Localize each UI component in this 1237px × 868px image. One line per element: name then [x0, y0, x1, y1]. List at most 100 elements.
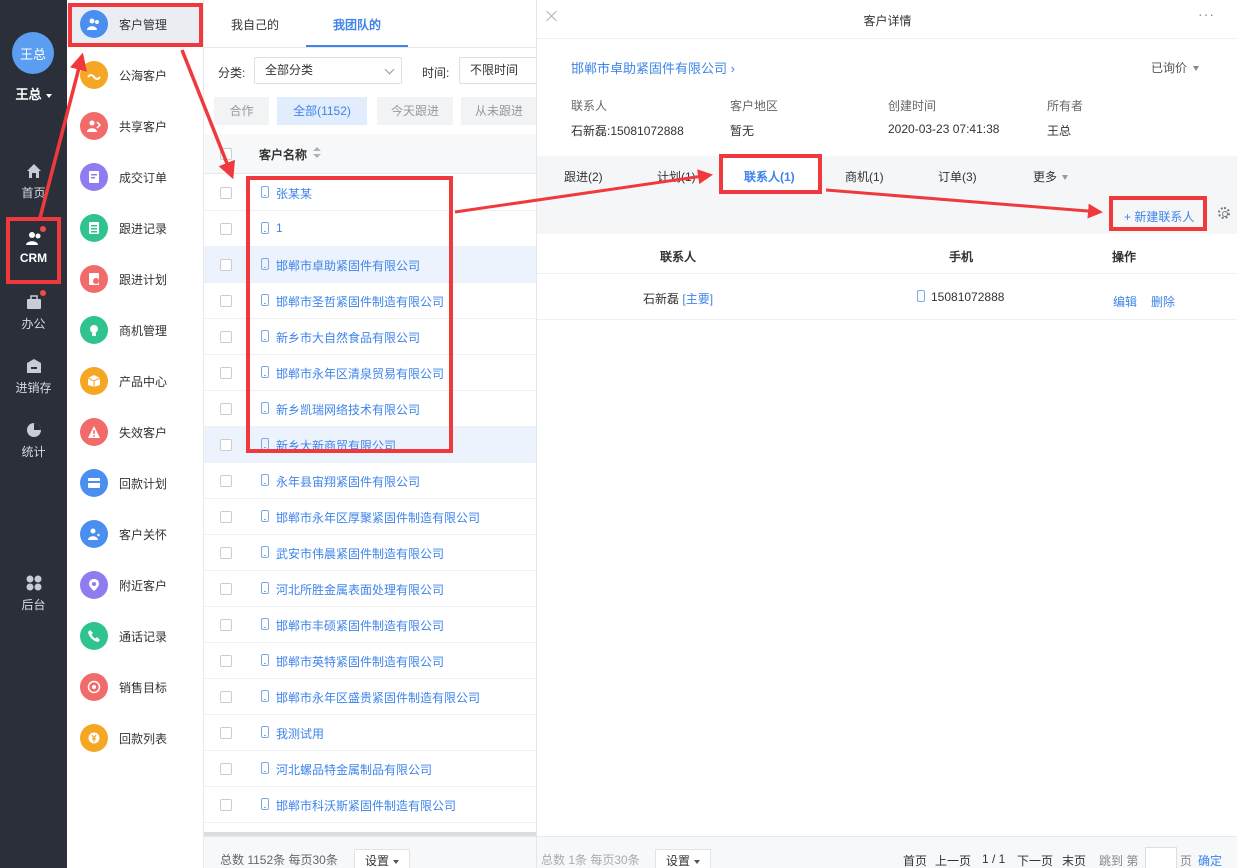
table-row[interactable]: 邯郸市卓助紧固件有限公司	[204, 247, 536, 283]
row-checkbox[interactable]	[220, 367, 232, 379]
table-row[interactable]: 张某某	[204, 175, 536, 211]
customer-name-link[interactable]: 邯郸市英特紧固件制造有限公司	[276, 653, 444, 670]
menu-item-payment-list[interactable]: 回款列表	[67, 718, 204, 758]
row-checkbox[interactable]	[220, 259, 232, 271]
row-checkbox[interactable]	[220, 799, 232, 811]
customer-name-link[interactable]: 河北螺品特金属制品有限公司	[276, 761, 432, 778]
row-checkbox[interactable]	[220, 727, 232, 739]
company-name-link[interactable]: 邯郸市卓助紧固件有限公司 ›	[571, 58, 735, 77]
row-checkbox[interactable]	[220, 655, 232, 667]
table-row[interactable]: 邯郸市永年区厚聚紧固件制造有限公司	[204, 499, 536, 535]
menu-item-follow-plan[interactable]: 跟进计划	[67, 259, 204, 299]
quick-filter-all[interactable]: 全部(1152)	[277, 97, 367, 125]
menu-item-customer-care[interactable]: 客户关怀	[67, 514, 204, 554]
table-row[interactable]: 邯郸市圣哲紧固件制造有限公司	[204, 283, 536, 319]
first-page-button[interactable]: 首页	[903, 852, 927, 868]
customer-name-link[interactable]: 张某某	[276, 185, 312, 202]
nav-item-crm[interactable]: CRM	[0, 226, 67, 265]
customer-name-link[interactable]: 新乡大新商贸有限公司	[276, 437, 396, 454]
customer-name-link[interactable]: 邯郸市科沃斯紧固件制造有限公司	[276, 797, 456, 814]
quick-filter-never[interactable]: 从未跟进	[461, 97, 537, 125]
menu-item-opportunities[interactable]: 商机管理	[67, 310, 204, 350]
sort-icon[interactable]	[313, 147, 321, 159]
tab-mine[interactable]: 我自己的	[231, 16, 279, 33]
row-checkbox[interactable]	[220, 439, 232, 451]
table-row[interactable]: 邯郸市科沃斯紧固件制造有限公司	[204, 787, 536, 823]
tab-follow[interactable]: 跟进(2)	[564, 168, 603, 185]
jump-page-input[interactable]	[1145, 847, 1177, 868]
avatar[interactable]: 王总	[12, 32, 54, 74]
menu-item-invalid-customers[interactable]: 失效客户	[67, 412, 204, 452]
table-row[interactable]: 邯郸市丰硕紧固件制造有限公司	[204, 607, 536, 643]
customer-name-link[interactable]: 邯郸市卓助紧固件有限公司	[276, 257, 420, 274]
menu-item-sales-target[interactable]: 销售目标	[67, 667, 204, 707]
row-checkbox[interactable]	[220, 223, 232, 235]
select-all-checkbox[interactable]	[220, 148, 232, 160]
table-row[interactable]: 武安市伟晨紧固件制造有限公司	[204, 535, 536, 571]
column-header-name[interactable]: 客户名称	[259, 146, 307, 163]
prev-page-button[interactable]: 上一页	[935, 852, 971, 868]
table-row[interactable]: 新乡市大自然食品有限公司	[204, 319, 536, 355]
nav-item-office[interactable]: 办公	[0, 290, 67, 332]
customer-name-link[interactable]: 新乡市大自然食品有限公司	[276, 329, 420, 346]
table-row[interactable]: 1	[204, 211, 536, 247]
tab-team[interactable]: 我团队的	[333, 16, 381, 33]
delete-button[interactable]: 删除	[1151, 293, 1175, 310]
customer-name-link[interactable]: 1	[276, 221, 283, 235]
customer-name-link[interactable]: 我测试用	[276, 725, 324, 742]
last-page-button[interactable]: 末页	[1062, 852, 1086, 868]
row-checkbox[interactable]	[220, 295, 232, 307]
table-row[interactable]: 邯郸市永年区盛贵紧固件制造有限公司	[204, 679, 536, 715]
time-select[interactable]: 不限时间	[459, 57, 544, 84]
menu-item-call-records[interactable]: 通话记录	[67, 616, 204, 656]
table-row[interactable]: 邯郸市永年区清泉贸易有限公司	[204, 355, 536, 391]
nav-item-stats[interactable]: 统计	[0, 422, 67, 460]
customer-name-link[interactable]: 邯郸市永年区清泉贸易有限公司	[276, 365, 444, 382]
tab-contacts[interactable]: 联系人(1)	[744, 168, 795, 185]
tab-orders[interactable]: 订单(3)	[938, 168, 977, 185]
row-checkbox[interactable]	[220, 583, 232, 595]
edit-button[interactable]: 编辑	[1113, 293, 1137, 310]
row-checkbox[interactable]	[220, 619, 232, 631]
nav-item-inventory[interactable]: 进销存	[0, 358, 67, 396]
customer-name-link[interactable]: 新乡凯瑞网络技术有限公司	[276, 401, 420, 418]
row-checkbox[interactable]	[220, 331, 232, 343]
customer-name-link[interactable]: 邯郸市永年区盛贵紧固件制造有限公司	[276, 689, 480, 706]
menu-item-follow-records[interactable]: 跟进记录	[67, 208, 204, 248]
table-row[interactable]: 我测试用	[204, 715, 536, 751]
row-checkbox[interactable]	[220, 547, 232, 559]
table-row[interactable]: 河北螺品特金属制品有限公司	[204, 751, 536, 787]
customer-name-link[interactable]: 邯郸市永年区厚聚紧固件制造有限公司	[276, 509, 480, 526]
status-dropdown[interactable]: 已询价	[1151, 59, 1199, 76]
tab-more[interactable]: 更多	[1033, 168, 1069, 185]
next-page-button[interactable]: 下一页	[1017, 852, 1053, 868]
nav-item-admin[interactable]: 后台	[0, 575, 67, 613]
row-checkbox[interactable]	[220, 475, 232, 487]
table-row[interactable]: 河北所胜金属表面处理有限公司	[204, 571, 536, 607]
row-checkbox[interactable]	[220, 691, 232, 703]
user-menu[interactable]: 王总	[0, 84, 67, 103]
more-options-icon[interactable]: ···	[1198, 6, 1215, 22]
tab-plan[interactable]: 计划(1)	[657, 168, 696, 185]
list-settings-button[interactable]: 设置	[354, 849, 411, 868]
row-checkbox[interactable]	[220, 403, 232, 415]
menu-item-orders[interactable]: 成交订单	[67, 157, 204, 197]
table-row[interactable]: 邯郸市英特紧固件制造有限公司	[204, 643, 536, 679]
menu-item-nearby[interactable]: 附近客户	[67, 565, 204, 605]
customer-name-link[interactable]: 武安市伟晨紧固件制造有限公司	[276, 545, 444, 562]
gear-icon[interactable]	[1218, 207, 1230, 219]
row-checkbox[interactable]	[220, 511, 232, 523]
menu-item-shared[interactable]: 共享客户	[67, 106, 204, 146]
row-checkbox[interactable]	[220, 763, 232, 775]
quick-filter-today[interactable]: 今天跟进	[377, 97, 453, 125]
table-row[interactable]: 新乡凯瑞网络技术有限公司	[204, 391, 536, 427]
add-contact-button[interactable]: + 新建联系人	[1124, 208, 1194, 225]
category-select[interactable]: 全部分类	[254, 57, 402, 84]
table-row[interactable]: 永年县宙翔紧固件有限公司	[204, 463, 536, 499]
quick-filter-cooperation[interactable]: 合作	[214, 97, 269, 125]
customer-name-link[interactable]: 邯郸市圣哲紧固件制造有限公司	[276, 293, 444, 310]
menu-item-public-sea[interactable]: 公海客户	[67, 55, 204, 95]
nav-item-home[interactable]: 首页	[0, 163, 67, 201]
table-row[interactable]: 新乡大新商贸有限公司	[204, 427, 536, 463]
tab-opportunities[interactable]: 商机(1)	[845, 168, 884, 185]
